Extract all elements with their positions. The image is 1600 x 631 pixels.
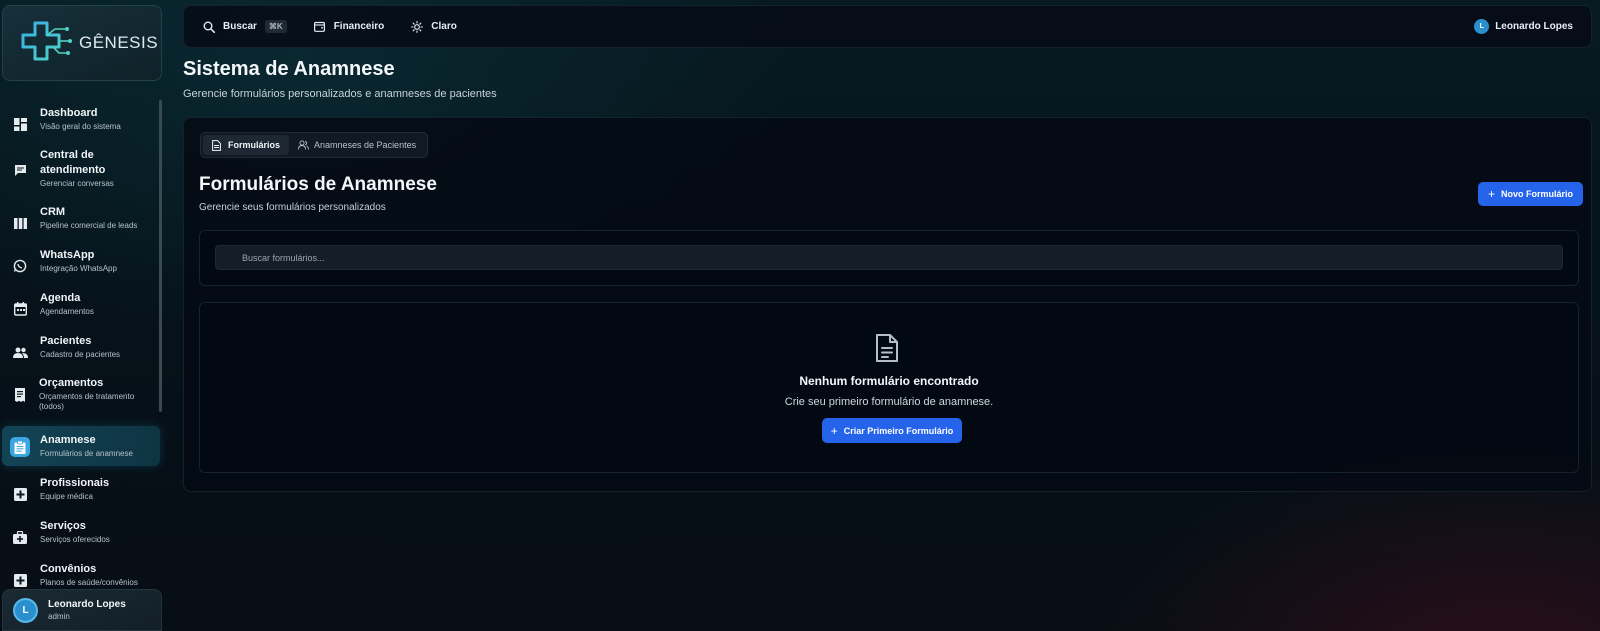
button-label: Criar Primeiro Formulário [843,425,954,436]
finance-button[interactable]: Financeiro [313,20,385,34]
sidebar-item-sub: Agendamentos [40,307,94,316]
search-input[interactable] [215,245,1563,270]
sidebar-item-agenda[interactable]: Agenda Agendamentos [2,291,160,321]
tab-anamneses-pacientes[interactable]: Anamneses de Pacientes [289,135,425,155]
user-role: admin [48,612,70,621]
main-card: Formulários Anamneses de Pacientes Formu… [183,117,1592,492]
search-label: Buscar [223,21,257,32]
sidebar-item-sub: Pipeline comercial de leads [40,221,138,230]
brand-logo[interactable]: GÊNESIS [2,5,162,81]
people-icon [12,344,28,360]
sidebar-item-anamnese[interactable]: Anamnese Formulários de anamnese [2,426,160,466]
sidebar-item-label: Dashboard [40,107,98,119]
sidebar-item-dashboard[interactable]: Dashboard Visão geral do sistema [2,106,160,136]
top-bar: Buscar ⌘K Financeiro Claro L Leonardo Lo… [183,5,1592,48]
sidebar-item-label: Orçamentos [39,377,104,389]
create-first-form-button[interactable]: + Criar Primeiro Formulário [822,418,962,443]
medical-plus-icon [12,486,28,502]
sidebar-item-sub: Planos de saúde/convênios [40,578,138,587]
plus-icon: + [830,423,838,438]
sidebar-item-sub: Visão geral do sistema [40,122,121,131]
search-card [199,230,1579,286]
document-icon [876,334,898,362]
clipboard-icon [10,437,30,457]
sidebar-item-label: Pacientes [40,335,92,347]
medical-plus-icon [12,572,28,588]
tab-label: Formulários [228,140,281,150]
sidebar-item-pacientes[interactable]: Pacientes Cadastro de pacientes [2,334,160,364]
sidebar-item-crm[interactable]: CRM Pipeline comercial de leads [2,205,160,235]
section-title: Formulários de Anamnese [199,174,437,195]
sidebar: GÊNESIS Dashboard Visão geral do sistema… [0,0,164,631]
sidebar-item-convenios[interactable]: Convênios Planos de saúde/convênios [2,562,160,592]
document-icon [212,139,223,151]
sidebar-item-label: Serviços [40,520,86,532]
sidebar-item-label: Agenda [40,292,81,304]
search-icon [202,20,216,34]
avatar: L [13,597,38,623]
sidebar-item-label: Convênios [40,563,97,575]
empty-state: Nenhum formulário encontrado Crie seu pr… [199,302,1579,473]
new-form-button[interactable]: + Novo Formulário [1478,182,1583,206]
page-subtitle: Gerencie formulários personalizados e an… [183,88,497,100]
sidebar-item-sub: Integração WhatsApp [40,264,117,273]
sidebar-item-sub: Equipe médica [40,492,93,501]
topbar-user-menu[interactable]: L Leonardo Lopes [1474,19,1573,34]
logo-cross-icon [21,21,72,61]
empty-subtitle: Crie seu primeiro formulário de anamnese… [784,396,994,408]
tab-label: Anamneses de Pacientes [314,140,417,150]
medkit-icon [12,529,28,545]
sidebar-item-label: Anamnese [40,434,96,446]
button-label: Novo Formulário [1501,189,1574,199]
page-title: Sistema de Anamnese [183,58,395,80]
empty-title: Nenhum formulário encontrado [799,374,979,388]
whatsapp-icon [12,258,28,274]
wallet-icon [313,20,327,34]
receipt-icon [12,387,28,403]
user-name: Leonardo Lopes [48,599,126,610]
avatar: L [1474,19,1490,34]
dashboard-icon [12,116,28,132]
sidebar-item-central-atendimento[interactable]: Central de atendimento Gerenciar convers… [2,148,160,192]
sidebar-item-label: CRM [40,206,66,218]
finance-label: Financeiro [333,21,385,32]
sidebar-scrollbar[interactable] [159,100,162,412]
sidebar-item-label: WhatsApp [40,249,95,261]
tab-formularios[interactable]: Formulários [203,135,290,155]
sidebar-item-sub: Serviços oferecidos [40,535,110,544]
sidebar-item-sub: Orçamentos de tratamento (todos) [39,392,135,411]
sidebar-item-servicos[interactable]: Serviços Serviços oferecidos [2,519,160,549]
sidebar-item-label: Central de atendimento [40,149,106,176]
theme-label: Claro [431,21,457,32]
sidebar-item-sub: Gerenciar conversas [40,179,114,188]
calendar-icon [12,301,28,317]
section-subtitle: Gerencie seus formulários personalizados [199,202,386,213]
users-icon [298,139,309,151]
sidebar-item-sub: Cadastro de pacientes [40,350,121,359]
sun-icon [410,20,424,34]
brand-name: GÊNESIS [79,33,159,52]
columns-icon [12,215,28,231]
sidebar-item-whatsapp[interactable]: WhatsApp Integração WhatsApp [2,248,160,278]
sidebar-item-orcamentos[interactable]: Orçamentos Orçamentos de tratamento (tod… [2,376,160,416]
plus-icon: + [1487,187,1495,201]
shortcut-badge: ⌘K [264,20,287,33]
theme-toggle[interactable]: Claro [410,20,457,34]
sidebar-item-sub: Formulários de anamnese [40,449,133,458]
user-name: Leonardo Lopes [1495,21,1573,32]
sidebar-item-profissionais[interactable]: Profissionais Equipe médica [2,476,160,506]
tab-list: Formulários Anamneses de Pacientes [200,132,429,158]
sidebar-item-label: Profissionais [40,477,110,489]
search-button[interactable]: Buscar ⌘K [202,20,287,34]
sidebar-user-card[interactable]: L Leonardo Lopes admin [2,589,162,631]
chat-icon [12,162,28,178]
